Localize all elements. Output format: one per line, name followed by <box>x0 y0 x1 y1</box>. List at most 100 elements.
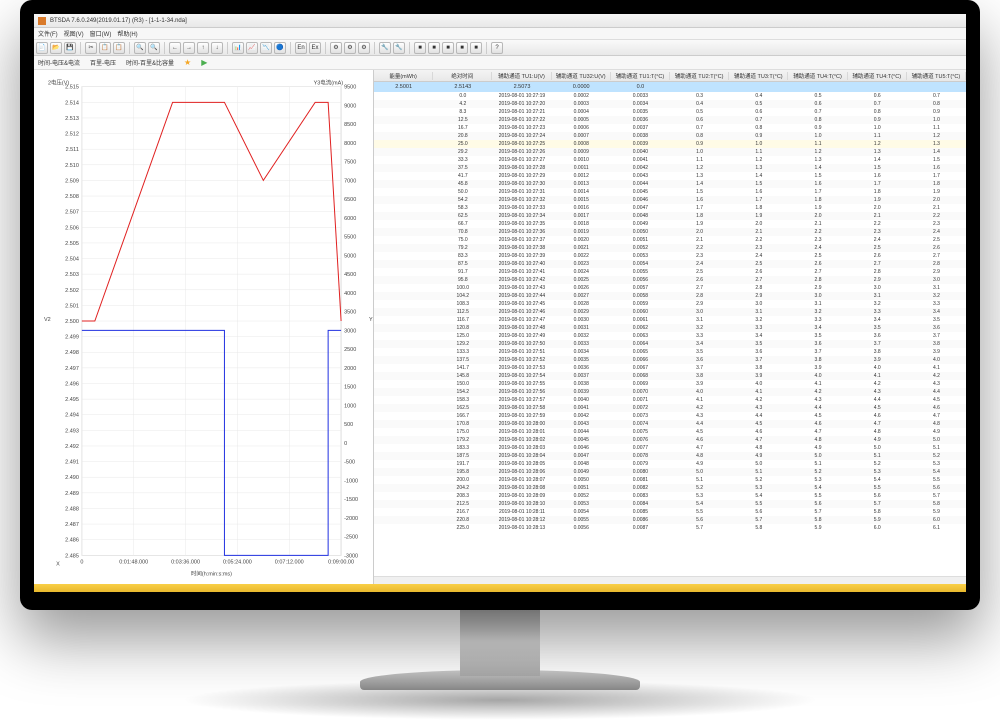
table-row[interactable]: 37.52019-08-01 10:27:280.00110.00421.21.… <box>374 164 966 172</box>
table-row[interactable]: 116.72019-08-01 10:27:470.00300.00613.13… <box>374 316 966 324</box>
toolbar-button[interactable]: ⚙ <box>330 42 342 54</box>
mode-tab-1[interactable]: 时间-电压&电流 <box>38 58 80 67</box>
table-row[interactable]: 158.32019-08-01 10:27:570.00400.00714.14… <box>374 396 966 404</box>
table-row[interactable]: 58.32019-08-01 10:27:330.00160.00471.71.… <box>374 204 966 212</box>
table-row[interactable]: 208.32019-08-01 10:28:090.00520.00835.35… <box>374 492 966 500</box>
toolbar-button[interactable]: ⚙ <box>344 42 356 54</box>
table-row[interactable]: 220.82019-08-01 10:28:120.00550.00865.65… <box>374 516 966 524</box>
toolbar-button[interactable]: ■ <box>456 42 468 54</box>
star-icon[interactable]: ★ <box>184 58 191 67</box>
menu-item[interactable]: 窗口(W) <box>90 29 112 38</box>
table-row[interactable]: 170.82019-08-01 10:28:000.00430.00744.44… <box>374 420 966 428</box>
column-header[interactable]: 辅助通道 TU4:T(°C) <box>848 72 907 80</box>
table-row[interactable]: 166.72019-08-01 10:27:590.00420.00734.34… <box>374 412 966 420</box>
menu-item[interactable]: 视图(V) <box>64 29 84 38</box>
toolbar-button[interactable]: 💾 <box>64 42 76 54</box>
toolbar-button[interactable]: ■ <box>442 42 454 54</box>
table-row[interactable]: 91.72019-08-01 10:27:410.00240.00552.52.… <box>374 268 966 276</box>
toolbar-button[interactable]: ✂ <box>85 42 97 54</box>
table-row[interactable]: 41.72019-08-01 10:27:290.00120.00431.31.… <box>374 172 966 180</box>
toolbar-button[interactable]: ■ <box>414 42 426 54</box>
table-row[interactable]: 29.22019-08-01 10:27:260.00090.00401.01.… <box>374 148 966 156</box>
table-row[interactable]: 75.02019-08-01 10:27:370.00200.00512.12.… <box>374 236 966 244</box>
table-row[interactable]: 129.22019-08-01 10:27:500.00330.00643.43… <box>374 340 966 348</box>
menu-item[interactable]: 文件(F) <box>38 29 58 38</box>
table-row[interactable]: 133.32019-08-01 10:27:510.00340.00653.53… <box>374 348 966 356</box>
table-row[interactable]: 12.52019-08-01 10:27:220.00050.00360.60.… <box>374 116 966 124</box>
column-header[interactable]: 辅助通道 TU4:T(°C) <box>788 72 847 80</box>
table-body[interactable]: 0.02019-08-01 10:27:190.00020.00330.30.4… <box>374 92 966 532</box>
toolbar-button[interactable]: 📊 <box>232 42 244 54</box>
table-row[interactable]: 216.72019-08-01 10:28:110.00540.00855.55… <box>374 508 966 516</box>
table-row[interactable]: 104.22019-08-01 10:27:440.00270.00582.82… <box>374 292 966 300</box>
table-row[interactable]: 154.22019-08-01 10:27:560.00390.00704.04… <box>374 388 966 396</box>
table-row[interactable]: 16.72019-08-01 10:27:230.00060.00370.70.… <box>374 124 966 132</box>
toolbar-button[interactable]: 📂 <box>50 42 62 54</box>
column-header[interactable]: 辅助通道 TU32:U(V) <box>552 72 611 80</box>
toolbar-button[interactable]: ← <box>169 42 181 54</box>
column-header[interactable]: 辅助通道 TU2:T(°C) <box>670 72 729 80</box>
table-row[interactable]: 33.32019-08-01 10:27:270.00100.00411.11.… <box>374 156 966 164</box>
horizontal-scrollbar[interactable] <box>374 576 966 584</box>
menu-item[interactable]: 帮助(H) <box>117 29 137 38</box>
table-row[interactable]: 204.22019-08-01 10:28:080.00510.00825.25… <box>374 484 966 492</box>
table-row[interactable]: 20.82019-08-01 10:27:240.00070.00380.80.… <box>374 132 966 140</box>
table-row[interactable]: 120.82019-08-01 10:27:480.00310.00623.23… <box>374 324 966 332</box>
table-row[interactable]: 45.82019-08-01 10:27:300.00130.00441.41.… <box>374 180 966 188</box>
table-row[interactable]: 108.32019-08-01 10:27:450.00280.00592.93… <box>374 300 966 308</box>
table-row[interactable]: 125.02019-08-01 10:27:490.00320.00633.33… <box>374 332 966 340</box>
table-row[interactable]: 4.22019-08-01 10:27:200.00030.00340.40.5… <box>374 100 966 108</box>
column-header[interactable]: 辅助通道 TU1:T(°C) <box>611 72 670 80</box>
table-row[interactable]: 141.72019-08-01 10:27:530.00360.00673.73… <box>374 364 966 372</box>
table-row[interactable]: 70.82019-08-01 10:27:360.00190.00502.02.… <box>374 228 966 236</box>
toolbar-button[interactable]: 📄 <box>36 42 48 54</box>
toolbar-button[interactable]: ⚙ <box>358 42 370 54</box>
table-row[interactable]: 137.52019-08-01 10:27:520.00350.00663.63… <box>374 356 966 364</box>
toolbar-button[interactable]: En <box>295 42 307 54</box>
table-row[interactable]: 179.22019-08-01 10:28:020.00450.00764.64… <box>374 436 966 444</box>
toolbar-button[interactable]: 📉 <box>260 42 272 54</box>
mode-tab-2[interactable]: 百里-电压 <box>90 58 116 67</box>
table-row[interactable]: 50.02019-08-01 10:27:310.00140.00451.51.… <box>374 188 966 196</box>
play-icon[interactable]: ▶ <box>201 58 207 67</box>
line-chart[interactable]: 2.4852.4862.4872.4882.4892.4902.4912.492… <box>34 70 373 584</box>
toolbar-button[interactable]: Ex <box>309 42 321 54</box>
toolbar-button[interactable]: ? <box>491 42 503 54</box>
table-row[interactable]: 187.52019-08-01 10:28:040.00470.00784.84… <box>374 452 966 460</box>
column-header[interactable]: 辅助通道 TU1:U(V) <box>492 72 551 80</box>
table-row[interactable]: 79.22019-08-01 10:27:380.00210.00522.22.… <box>374 244 966 252</box>
toolbar-button[interactable]: 🔧 <box>379 42 391 54</box>
toolbar-button[interactable]: 🔍 <box>134 42 146 54</box>
table-row[interactable]: 200.02019-08-01 10:28:070.00500.00815.15… <box>374 476 966 484</box>
toolbar-button[interactable]: 📈 <box>246 42 258 54</box>
table-header[interactable]: 能量(mWh)绝对时间辅助通道 TU1:U(V)辅助通道 TU32:U(V)辅助… <box>374 70 966 82</box>
table-row[interactable]: 62.52019-08-01 10:27:340.00170.00481.81.… <box>374 212 966 220</box>
table-row[interactable]: 195.82019-08-01 10:28:060.00490.00805.05… <box>374 468 966 476</box>
toolbar-button[interactable]: 🔍 <box>148 42 160 54</box>
table-row[interactable]: 212.52019-08-01 10:28:100.00530.00845.45… <box>374 500 966 508</box>
table-row[interactable]: 225.02019-08-01 10:28:130.00560.00875.75… <box>374 524 966 532</box>
table-row[interactable]: 0.02019-08-01 10:27:190.00020.00330.30.4… <box>374 92 966 100</box>
toolbar-button[interactable]: 🔧 <box>393 42 405 54</box>
table-summary-row[interactable]: 2.50012.51432.50730.00000.0 <box>374 82 966 92</box>
toolbar-button[interactable]: ■ <box>428 42 440 54</box>
table-row[interactable]: 83.32019-08-01 10:27:390.00220.00532.32.… <box>374 252 966 260</box>
table-row[interactable]: 150.02019-08-01 10:27:550.00380.00693.94… <box>374 380 966 388</box>
toolbar-button[interactable]: 📋 <box>99 42 111 54</box>
table-row[interactable]: 112.52019-08-01 10:27:460.00290.00603.03… <box>374 308 966 316</box>
column-header[interactable]: 辅助通道 TU5:T(°C) <box>907 72 966 80</box>
toolbar-button[interactable]: → <box>183 42 195 54</box>
table-row[interactable]: 8.32019-08-01 10:27:210.00040.00350.50.6… <box>374 108 966 116</box>
table-row[interactable]: 183.32019-08-01 10:28:030.00460.00774.74… <box>374 444 966 452</box>
column-header[interactable]: 辅助通道 TU3:T(°C) <box>729 72 788 80</box>
titlebar[interactable]: BTSDA 7.6.0.249(2019.01.17) (R3) - [1-1-… <box>34 14 966 28</box>
toolbar-button[interactable]: 📋 <box>113 42 125 54</box>
table-row[interactable]: 87.52019-08-01 10:27:400.00230.00542.42.… <box>374 260 966 268</box>
table-row[interactable]: 145.82019-08-01 10:27:540.00370.00683.83… <box>374 372 966 380</box>
table-row[interactable]: 162.52019-08-01 10:27:580.00410.00724.24… <box>374 404 966 412</box>
toolbar-button[interactable]: ■ <box>470 42 482 54</box>
table-row[interactable]: 95.82019-08-01 10:27:420.00250.00562.62.… <box>374 276 966 284</box>
table-row[interactable]: 54.22019-08-01 10:27:320.00150.00461.61.… <box>374 196 966 204</box>
toolbar-button[interactable]: ↓ <box>211 42 223 54</box>
column-header[interactable]: 能量(mWh) <box>374 72 433 80</box>
